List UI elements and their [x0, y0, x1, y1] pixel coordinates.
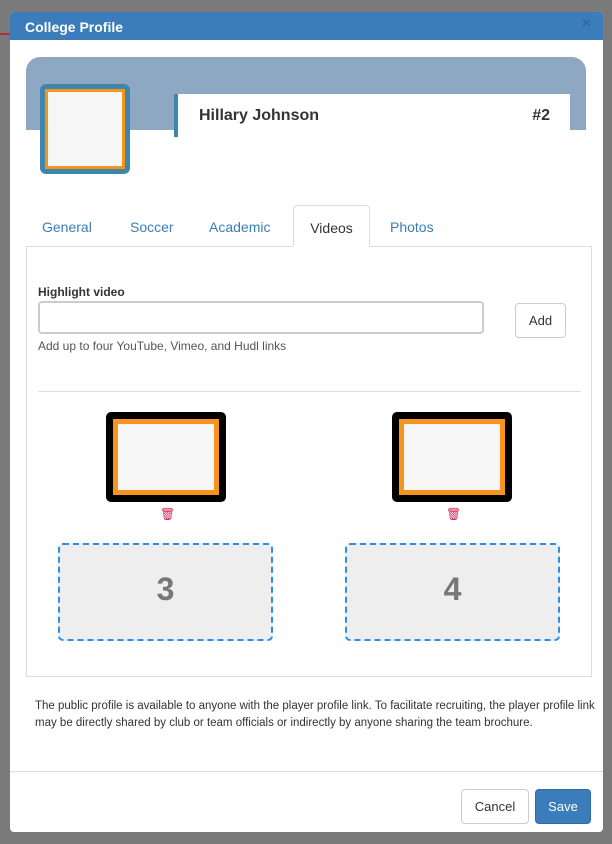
divider [38, 391, 581, 392]
video-slot-4[interactable]: 4 [345, 543, 560, 641]
avatar-photo [45, 89, 125, 169]
tab-soccer[interactable]: Soccer [130, 205, 174, 247]
highlight-video-label: Highlight video [38, 285, 125, 299]
close-icon[interactable]: × [582, 15, 591, 33]
highlight-video-input[interactable] [38, 301, 484, 334]
cancel-button[interactable]: Cancel [461, 789, 529, 824]
videos-panel: Highlight video Add Add up to four YouTu… [26, 246, 592, 677]
video-thumbnail-1[interactable] [106, 412, 226, 502]
tabs: General Soccer Academic Videos Photos [26, 205, 591, 247]
modal-header: College Profile × [10, 12, 603, 40]
video-thumbnail-2[interactable] [392, 412, 512, 502]
modal-title: College Profile [25, 19, 124, 35]
background-page [0, 33, 10, 35]
avatar [40, 84, 130, 174]
trash-icon[interactable]: 🗑 [446, 507, 461, 521]
public-profile-notice: The public profile is available to anyon… [35, 700, 595, 729]
player-name: Hillary Johnson [199, 107, 320, 124]
tab-photos[interactable]: Photos [390, 205, 434, 247]
tab-videos[interactable]: Videos [293, 205, 370, 247]
player-number: #2 [532, 107, 550, 124]
footer-divider [10, 771, 603, 772]
save-button[interactable]: Save [535, 789, 591, 824]
tab-general[interactable]: General [42, 205, 92, 247]
add-button[interactable]: Add [515, 303, 566, 338]
tab-academic[interactable]: Academic [209, 205, 270, 247]
help-text: Add up to four YouTube, Vimeo, and Hudl … [38, 339, 287, 353]
college-profile-modal: College Profile × Hillary Johnson #2 Gen… [10, 12, 603, 832]
trash-icon[interactable]: 🗑 [160, 507, 175, 521]
name-card: Hillary Johnson #2 [174, 94, 570, 137]
video-slot-3[interactable]: 3 [58, 543, 273, 641]
